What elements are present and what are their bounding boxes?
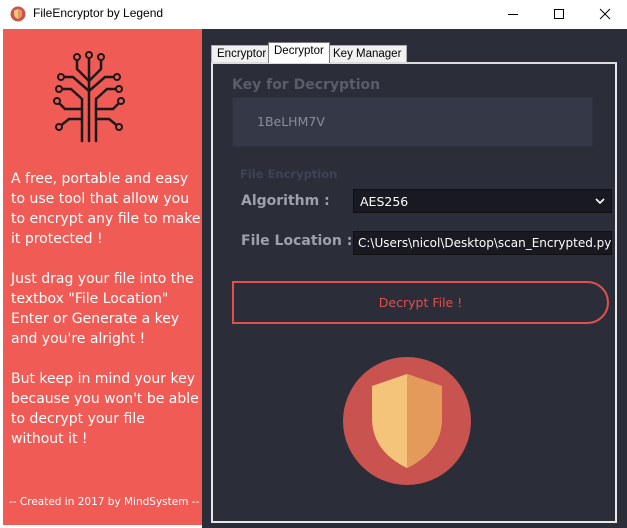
section-title: File Encryption <box>240 167 338 181</box>
shield-icon <box>343 357 471 485</box>
maximize-icon <box>554 9 564 19</box>
description-paragraph-1: A free, portable and easy to use tool th… <box>11 171 201 247</box>
key-input[interactable]: 1BeLHM7V <box>232 97 593 147</box>
close-button[interactable] <box>582 0 627 28</box>
window-title: FileEncryptor by Legend <box>33 6 164 20</box>
file-location-label: File Location : <box>241 233 353 249</box>
key-value: 1BeLHM7V <box>257 114 325 129</box>
file-location-input[interactable]: C:\Users\nicol\Desktop\scan_Encrypted.py <box>353 231 612 255</box>
tab-key-manager[interactable]: Key Manager <box>327 45 408 62</box>
algorithm-select[interactable]: AES256 <box>353 189 612 213</box>
minimize-button[interactable] <box>490 0 536 28</box>
decrypt-button[interactable]: Decrypt File ! <box>232 281 609 324</box>
minimize-icon <box>508 14 518 15</box>
description-paragraph-2: Just drag your file into the textbox "Fi… <box>11 271 194 347</box>
maximize-button[interactable] <box>536 0 582 28</box>
tab-encryptor[interactable]: Encryptor <box>211 45 273 62</box>
title-bar: FileEncryptor by Legend <box>0 0 627 28</box>
shield-app-icon <box>10 6 26 22</box>
tab-decryptor[interactable]: Decryptor <box>268 42 330 63</box>
key-title: Key for Decryption <box>232 77 381 93</box>
algorithm-value: AES256 <box>360 194 409 209</box>
decryptor-panel: Key for Decryption 1BeLHM7V File Encrypt… <box>211 62 617 523</box>
circuit-tree-icon <box>53 51 125 143</box>
decrypt-button-label: Decrypt File ! <box>378 295 463 310</box>
algorithm-label: Algorithm : <box>241 193 330 209</box>
info-sidebar: A free, portable and easy to use tool th… <box>3 29 202 525</box>
description-text: A free, portable and easy to use tool th… <box>11 169 201 469</box>
chevron-down-icon <box>595 198 605 205</box>
description-paragraph-3: But keep in mind your key because you wo… <box>11 371 199 447</box>
close-icon <box>599 8 611 20</box>
credits-footer: -- Created in 2017 by MindSystem -- <box>9 496 200 508</box>
